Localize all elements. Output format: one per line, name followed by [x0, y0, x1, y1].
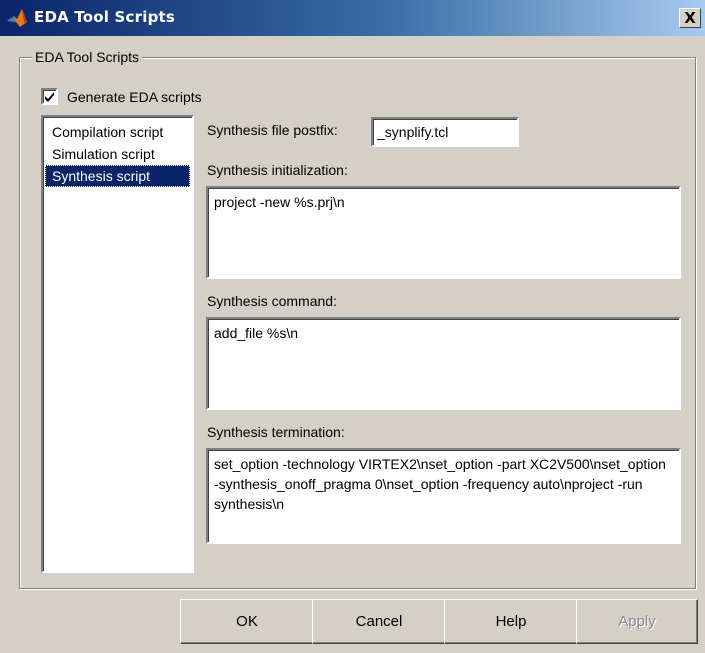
command-textarea[interactable]: add_file %s\n [206, 317, 681, 410]
window-title: EDA Tool Scripts [34, 8, 176, 26]
list-item-simulation[interactable]: Simulation script [45, 143, 190, 165]
checkmark-icon [45, 92, 54, 102]
close-button[interactable]: X [679, 8, 701, 28]
generate-scripts-label: Generate EDA scripts [67, 88, 202, 105]
init-textarea[interactable]: project -new %s.prj\n [206, 186, 681, 279]
init-label: Synthesis initialization: [207, 162, 348, 178]
help-button[interactable]: Help [444, 599, 578, 644]
apply-button[interactable]: Apply [576, 599, 698, 644]
script-type-list[interactable]: Compilation script Simulation script Syn… [41, 115, 194, 573]
matlab-logo-icon [7, 9, 27, 27]
ok-button[interactable]: OK [180, 599, 314, 644]
termination-label: Synthesis termination: [207, 424, 345, 440]
dialog-window: EDA Tool Scripts X EDA Tool Scripts Gene… [0, 0, 705, 653]
group-legend: EDA Tool Scripts [32, 49, 143, 65]
list-item-synthesis[interactable]: Synthesis script [45, 165, 190, 187]
termination-textarea[interactable]: set_option -technology VIRTEX2\nset_opti… [206, 448, 681, 544]
title-bar[interactable]: EDA Tool Scripts X [0, 0, 705, 36]
cancel-button[interactable]: Cancel [312, 599, 446, 644]
postfix-label: Synthesis file postfix: [207, 122, 338, 138]
postfix-input[interactable]: _synplify.tcl [371, 117, 519, 147]
generate-scripts-checkbox[interactable] [41, 88, 58, 105]
list-item-compilation[interactable]: Compilation script [45, 121, 190, 143]
command-label: Synthesis command: [207, 293, 337, 309]
generate-scripts-checkbox-row[interactable]: Generate EDA scripts [41, 88, 202, 105]
